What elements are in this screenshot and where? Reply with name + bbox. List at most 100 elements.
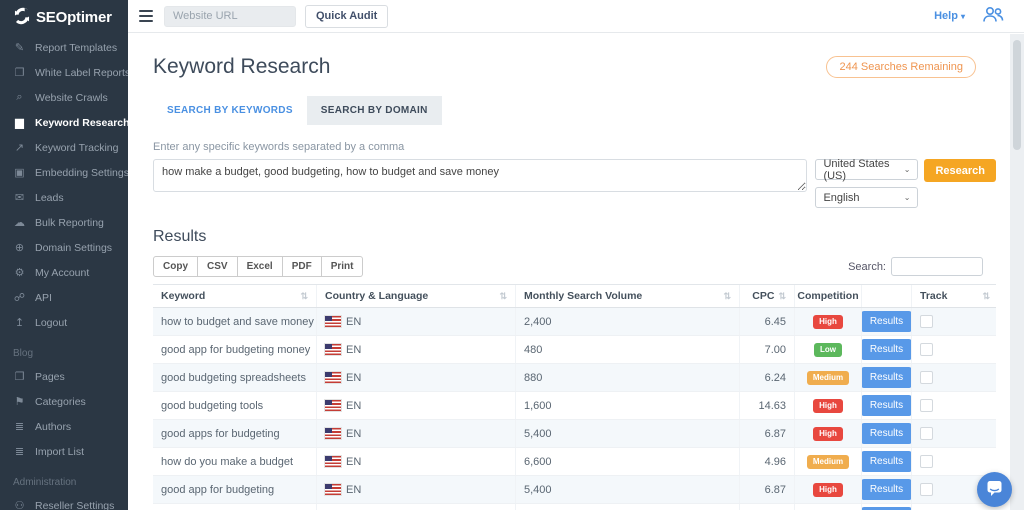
column-header-monthly-search-volume[interactable]: Monthly Search Volume⇅ — [516, 285, 740, 307]
keyword-text: how do you make a budget — [161, 456, 293, 468]
sidebar-section-header-administration: Administration — [0, 464, 128, 493]
users-icon[interactable] — [981, 6, 1005, 26]
table-row: good apps for budgetingEN5,4006.87HighRe… — [153, 420, 996, 448]
country-select[interactable]: United States (US)⌄ — [815, 159, 918, 180]
results-button[interactable]: Results — [862, 339, 912, 360]
keyword-cell: good budgeting — [153, 504, 317, 510]
competition-badge: High — [813, 399, 843, 413]
sidebar-item-reseller-settings[interactable]: ⚇ Reseller Settings — [0, 493, 128, 510]
sidebar-item-categories[interactable]: ⚑Categories — [0, 389, 128, 414]
column-header-country-language[interactable]: Country & Language⇅ — [317, 285, 516, 307]
help-menu[interactable]: Help ▾ — [934, 10, 965, 22]
export-csv-button[interactable]: CSV — [198, 256, 238, 277]
results-cell: Results — [862, 392, 912, 419]
language-select[interactable]: English⌄ — [815, 187, 918, 208]
results-button[interactable]: Results — [862, 451, 912, 472]
competition-badge: High — [813, 483, 843, 497]
sidebar-item-website-crawls[interactable]: ⌕Website Crawls — [0, 85, 128, 110]
sidebar-item-white-label-reports[interactable]: ❐White Label Reports — [0, 60, 128, 85]
table-row: good budgetingEN6,6009.46HighResults — [153, 504, 996, 510]
sidebar-section-header-blog: Blog — [0, 335, 128, 364]
logo[interactable]: SEOptimer — [0, 0, 128, 35]
track-cell — [912, 392, 996, 419]
cpc-value: 6.87 — [765, 428, 786, 440]
tab-search-by-domain[interactable]: SEARCH BY DOMAIN — [307, 96, 442, 125]
sort-icon: ⇅ — [499, 291, 507, 302]
results-button[interactable]: Results — [862, 479, 912, 500]
research-button[interactable]: Research — [924, 159, 996, 182]
cpc-value: 14.63 — [758, 400, 786, 412]
sidebar-item-keyword-tracking[interactable]: ↗Keyword Tracking — [0, 135, 128, 160]
sidebar-item-report-templates[interactable]: ✎Report Templates — [0, 35, 128, 60]
table-row: good app for budgetingEN5,4006.87HighRes… — [153, 476, 996, 504]
cpc-cell: 6.24 — [740, 364, 795, 391]
embedding-settings-icon: ▣ — [13, 166, 26, 179]
export-pdf-button[interactable]: PDF — [283, 256, 322, 277]
results-button[interactable]: Results — [862, 311, 912, 332]
column-header-label: Keyword — [161, 290, 205, 302]
results-button[interactable]: Results — [862, 395, 912, 416]
sidebar-item-logout[interactable]: ↥Logout — [0, 310, 128, 335]
table-header-row: Keyword⇅Country & Language⇅Monthly Searc… — [153, 285, 996, 308]
sidebar-item-leads[interactable]: ✉Leads — [0, 185, 128, 210]
sidebar-item-label: Logout — [35, 317, 67, 329]
tab-search-by-keywords[interactable]: SEARCH BY KEYWORDS — [153, 96, 307, 125]
chat-button[interactable] — [977, 472, 1012, 507]
sidebar-item-keyword-research[interactable]: ▆Keyword Research — [0, 110, 128, 135]
sidebar-item-pages[interactable]: ❐Pages — [0, 364, 128, 389]
track-checkbox[interactable] — [920, 455, 933, 468]
topbar: Quick Audit Help ▾ — [128, 0, 1024, 33]
us-flag-icon — [325, 316, 341, 327]
hamburger-menu-icon[interactable] — [137, 8, 155, 24]
sidebar-item-api[interactable]: ☍API — [0, 285, 128, 310]
column-header-keyword[interactable]: Keyword⇅ — [153, 285, 317, 307]
keywords-textarea[interactable]: how make a budget, good budgeting, how t… — [153, 159, 807, 192]
keyword-cell: how to budget and save money — [153, 308, 317, 335]
export-copy-button[interactable]: Copy — [153, 256, 198, 277]
track-checkbox[interactable] — [920, 483, 933, 496]
track-checkbox[interactable] — [920, 343, 933, 356]
sidebar-item-label: Reseller Settings — [35, 500, 114, 510]
sidebar-item-label: Categories — [35, 396, 86, 408]
country-language-cell: EN — [317, 336, 516, 363]
keyword-cell: good budgeting tools — [153, 392, 317, 419]
quick-audit-button[interactable]: Quick Audit — [305, 5, 388, 28]
results-cell: Results — [862, 364, 912, 391]
sidebar-item-label: API — [35, 292, 52, 304]
sidebar-item-my-account[interactable]: ⚙My Account — [0, 260, 128, 285]
cpc-value: 6.87 — [765, 484, 786, 496]
sidebar-item-embedding-settings[interactable]: ▣Embedding Settings — [0, 160, 128, 185]
results-cell: Results — [862, 504, 912, 510]
export-excel-button[interactable]: Excel — [238, 256, 283, 277]
column-header-label: Competition — [797, 290, 858, 302]
search-volume-cell: 880 — [516, 364, 740, 391]
keyword-cell: good budgeting spreadsheets — [153, 364, 317, 391]
sidebar-item-import-list[interactable]: ≣Import List — [0, 439, 128, 464]
table-search-input[interactable] — [891, 257, 983, 276]
sort-icon: ⇅ — [723, 291, 731, 302]
sort-icon: ⇅ — [778, 291, 786, 302]
sidebar-item-label: My Account — [35, 267, 89, 279]
track-checkbox[interactable] — [920, 371, 933, 384]
sidebar-item-domain-settings[interactable]: ⊕Domain Settings — [0, 235, 128, 260]
search-volume-cell: 2,400 — [516, 308, 740, 335]
track-checkbox[interactable] — [920, 399, 933, 412]
track-cell — [912, 364, 996, 391]
competition-cell: High — [795, 504, 862, 510]
reseller-settings-icon: ⚇ — [13, 499, 26, 510]
track-checkbox[interactable] — [920, 315, 933, 328]
us-flag-icon — [325, 428, 341, 439]
keyword-cell: good app for budgeting money — [153, 336, 317, 363]
column-header-cpc[interactable]: CPC⇅ — [740, 285, 795, 307]
export-print-button[interactable]: Print — [322, 256, 364, 277]
sidebar-item-authors[interactable]: ≣Authors — [0, 414, 128, 439]
column-header-actions — [862, 285, 912, 307]
sidebar-item-label: Keyword Tracking — [35, 142, 118, 154]
website-url-input[interactable] — [164, 6, 296, 27]
column-header-track[interactable]: Track⇅ — [912, 285, 996, 307]
results-button[interactable]: Results — [862, 423, 912, 444]
track-checkbox[interactable] — [920, 427, 933, 440]
sidebar-item-bulk-reporting[interactable]: ☁Bulk Reporting — [0, 210, 128, 235]
scrollbar-thumb[interactable] — [1013, 40, 1021, 150]
results-button[interactable]: Results — [862, 367, 912, 388]
